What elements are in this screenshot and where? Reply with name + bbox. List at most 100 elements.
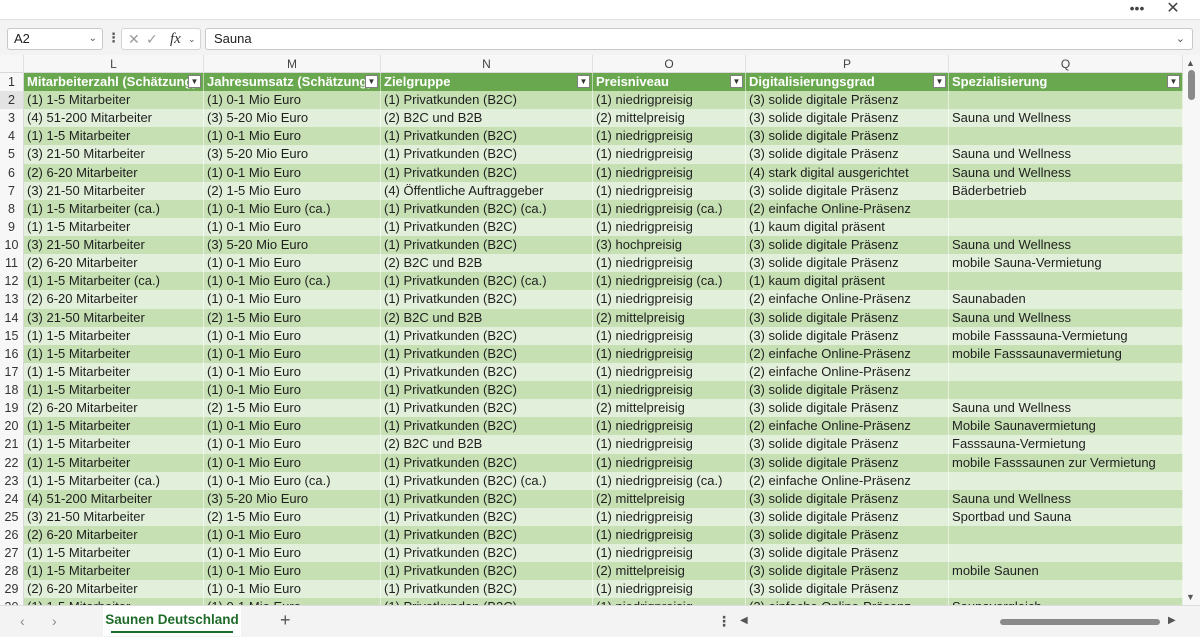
table-cell[interactable]: (1) Privatkunden (B2C) (ca.) [381, 272, 593, 291]
expand-formula-icon[interactable]: ⌄ [1176, 29, 1185, 49]
row-number[interactable]: 9 [0, 217, 24, 237]
table-cell[interactable]: (3) solide digitale Präsenz [746, 145, 949, 164]
table-cell[interactable]: (1) 1-5 Mitarbeiter [24, 544, 204, 563]
prev-sheet-icon[interactable]: ‹ [20, 613, 25, 629]
table-cell[interactable]: (1) niedrigpreisig [593, 344, 746, 363]
table-cell[interactable]: (2) einfache Online-Präsenz [746, 199, 949, 218]
table-cell[interactable] [949, 127, 1183, 146]
table-cell[interactable]: (1) Privatkunden (B2C) [381, 507, 593, 526]
table-cell[interactable]: (3) 21-50 Mitarbeiter [24, 507, 204, 526]
table-cell[interactable] [949, 272, 1183, 291]
table-cell[interactable]: (1) 1-5 Mitarbeiter [24, 91, 204, 110]
chevron-down-icon[interactable]: ⌄ [89, 29, 97, 49]
table-cell[interactable]: Mobile Saunavermietung [949, 417, 1183, 436]
row-number[interactable]: 29 [0, 580, 24, 599]
table-cell[interactable]: Fasssauna-Vermietung [949, 435, 1183, 454]
sheet-tab-active[interactable]: Saunen Deutschland [103, 606, 241, 636]
table-cell[interactable]: (2) B2C und B2B [381, 254, 593, 273]
table-cell[interactable]: mobile Saunen [949, 562, 1183, 581]
table-cell[interactable]: (1) niedrigpreisig (ca.) [593, 272, 746, 291]
table-cell[interactable]: (2) einfache Online-Präsenz [746, 417, 949, 436]
table-cell[interactable]: (1) Privatkunden (B2C) [381, 344, 593, 363]
chevron-down-icon[interactable]: ⌄ [188, 29, 196, 49]
scroll-right-icon[interactable]: ▶ [1168, 615, 1176, 626]
column-header-cell[interactable]: Jahresumsatz (Schätzung) ▼ [204, 73, 381, 92]
row-number[interactable]: 16 [0, 344, 24, 363]
table-cell[interactable]: (3) 21-50 Mitarbeiter [24, 181, 204, 200]
row-number[interactable]: 14 [0, 308, 24, 327]
table-cell[interactable]: (1) 1-5 Mitarbeiter [24, 127, 204, 146]
row-number[interactable]: 11 [0, 254, 24, 273]
table-cell[interactable]: (4) Öffentliche Auftraggeber [381, 181, 593, 200]
table-cell[interactable]: (1) 1-5 Mitarbeiter (ca.) [24, 272, 204, 291]
table-cell[interactable]: (1) 0-1 Mio Euro [204, 417, 381, 436]
table-cell[interactable]: (1) niedrigpreisig [593, 326, 746, 345]
table-cell[interactable]: Sauna und Wellness [949, 489, 1183, 508]
table-cell[interactable]: (2) B2C und B2B [381, 308, 593, 327]
table-cell[interactable]: (1) 1-5 Mitarbeiter [24, 326, 204, 345]
table-cell[interactable]: (2) einfache Online-Präsenz [746, 471, 949, 490]
table-cell[interactable]: (1) 1-5 Mitarbeiter [24, 417, 204, 436]
table-cell[interactable] [949, 580, 1183, 599]
table-cell[interactable] [949, 381, 1183, 400]
table-cell[interactable]: (1) Privatkunden (B2C) [381, 580, 593, 599]
table-cell[interactable]: (4) stark digital ausgerichtet [746, 163, 949, 182]
table-cell[interactable]: (1) niedrigpreisig [593, 217, 746, 237]
row-number[interactable]: 10 [0, 236, 24, 255]
table-cell[interactable]: (2) mittelpreisig [593, 489, 746, 508]
table-cell[interactable]: (1) niedrigpreisig [593, 507, 746, 526]
table-cell[interactable]: (1) 1-5 Mitarbeiter [24, 381, 204, 400]
row-number[interactable]: 23 [0, 471, 24, 490]
table-cell[interactable]: (1) niedrigpreisig [593, 254, 746, 273]
table-cell[interactable]: (1) niedrigpreisig [593, 362, 746, 382]
row-number[interactable]: 17 [0, 362, 24, 382]
table-cell[interactable]: (1) niedrigpreisig [593, 145, 746, 164]
table-cell[interactable]: (1) 1-5 Mitarbeiter [24, 362, 204, 382]
table-cell[interactable]: (4) 51-200 Mitarbeiter [24, 109, 204, 128]
scroll-up-icon[interactable]: ▲ [1186, 58, 1195, 68]
table-cell[interactable]: (1) Privatkunden (B2C) [381, 326, 593, 345]
table-cell[interactable] [949, 91, 1183, 110]
column-letter-o[interactable]: O [593, 55, 746, 73]
scroll-left-icon[interactable]: ◀ [740, 615, 748, 626]
row-number[interactable]: 18 [0, 381, 24, 400]
table-cell[interactable]: (1) Privatkunden (B2C) [381, 526, 593, 545]
column-header-cell[interactable]: Mitarbeiterzahl (Schätzung) ▼ [24, 73, 204, 92]
table-cell[interactable]: (1) 1-5 Mitarbeiter (ca.) [24, 471, 204, 490]
column-letter-q[interactable]: Q [949, 55, 1183, 73]
table-cell[interactable]: (1) 1-5 Mitarbeiter [24, 562, 204, 581]
table-cell[interactable]: (1) Privatkunden (B2C) [381, 399, 593, 418]
table-cell[interactable]: (1) Privatkunden (B2C) (ca.) [381, 199, 593, 218]
table-cell[interactable]: mobile Fasssaunen zur Vermietung [949, 453, 1183, 472]
table-cell[interactable]: (2) 6-20 Mitarbeiter [24, 254, 204, 273]
table-cell[interactable]: Sauna und Wellness [949, 308, 1183, 327]
table-cell[interactable]: (1) Privatkunden (B2C) [381, 453, 593, 472]
table-cell[interactable]: (3) solide digitale Präsenz [746, 399, 949, 418]
cancel-icon[interactable]: ✕ [128, 29, 140, 49]
table-cell[interactable]: (1) niedrigpreisig [593, 417, 746, 436]
table-cell[interactable] [949, 526, 1183, 545]
table-cell[interactable] [949, 544, 1183, 563]
table-cell[interactable]: (1) 0-1 Mio Euro [204, 127, 381, 146]
table-cell[interactable]: (2) 6-20 Mitarbeiter [24, 290, 204, 309]
vertical-ellipsis-icon[interactable]: ⋮ [107, 28, 120, 50]
table-cell[interactable]: Sauna und Wellness [949, 399, 1183, 418]
table-cell[interactable]: (1) niedrigpreisig [593, 381, 746, 400]
table-cell[interactable]: (3) solide digitale Präsenz [746, 254, 949, 273]
table-cell[interactable]: (1) Privatkunden (B2C) [381, 417, 593, 436]
row-number[interactable]: 5 [0, 145, 24, 164]
row-number[interactable]: 27 [0, 544, 24, 563]
table-cell[interactable] [949, 471, 1183, 490]
table-cell[interactable]: (1) niedrigpreisig (ca.) [593, 199, 746, 218]
row-number[interactable]: 21 [0, 435, 24, 454]
table-cell[interactable]: (2) B2C und B2B [381, 109, 593, 128]
table-cell[interactable]: (2) 6-20 Mitarbeiter [24, 163, 204, 182]
table-cell[interactable]: (3) solide digitale Präsenz [746, 562, 949, 581]
select-all-corner[interactable] [0, 55, 24, 73]
table-cell[interactable]: (1) 0-1 Mio Euro [204, 91, 381, 110]
row-number[interactable]: 3 [0, 109, 24, 128]
row-number[interactable]: 12 [0, 272, 24, 291]
table-cell[interactable]: (3) 21-50 Mitarbeiter [24, 145, 204, 164]
table-cell[interactable]: (1) Privatkunden (B2C) [381, 544, 593, 563]
table-cell[interactable]: Sportbad und Sauna [949, 507, 1183, 526]
